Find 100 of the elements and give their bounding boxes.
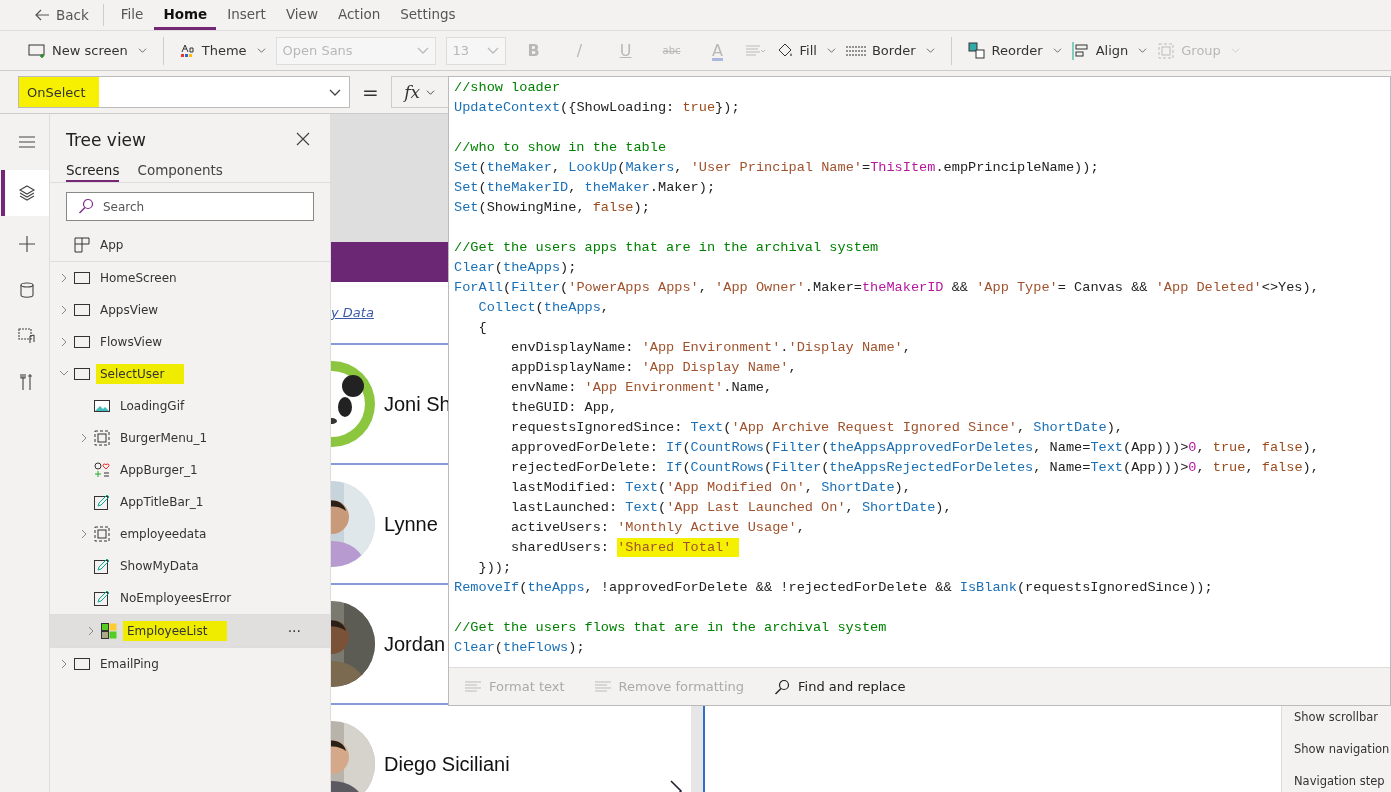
- code-line: appDisplayName: 'App Display Name',: [510, 359, 798, 377]
- icons-icon: [94, 462, 110, 478]
- code-line: theGUID: App,: [510, 399, 619, 417]
- tree-item[interactable]: HomeScreen: [50, 262, 330, 294]
- new-screen-button[interactable]: New screen: [28, 43, 147, 58]
- code-line: Clear(theFlows);: [454, 639, 586, 657]
- code-line: RemoveIf(theApps, !approvedForDelete && !rejectedForDelete && IsBlank(requestsIgnoredSince));: [454, 579, 1214, 597]
- tree-item[interactable]: FlowsView: [50, 326, 330, 358]
- screen-icon: [74, 336, 90, 348]
- property-dropdown[interactable]: OnSelect: [18, 76, 350, 108]
- align-button[interactable]: Align: [1071, 41, 1148, 60]
- reorder-button[interactable]: Reorder: [967, 41, 1062, 60]
- search-field[interactable]: Search: [66, 192, 314, 221]
- tree-item[interactable]: AppTitleBar_1: [50, 486, 330, 518]
- image-icon: [94, 400, 110, 412]
- tree-item[interactable]: AppsView: [50, 294, 330, 326]
- group-icon: [1157, 41, 1176, 60]
- menu-tab[interactable]: Settings: [391, 0, 465, 30]
- code-line: //Get the users apps that are in the archival system: [454, 239, 880, 257]
- code-line: }));: [477, 559, 513, 577]
- more-options-icon[interactable]: ···: [287, 623, 301, 639]
- code-line: //Get the users flows that are in the archival system: [454, 619, 888, 637]
- tree-item[interactable]: BurgerMenu_1: [50, 422, 330, 454]
- search-icon: [774, 678, 791, 695]
- code-line: requestsIgnoredSince: Text('App Archive Request Ignored Since', ShortDate),: [510, 419, 1124, 437]
- tree-item[interactable]: employeedata: [50, 518, 330, 550]
- chevron-down-icon: [416, 47, 429, 54]
- code-line: //show loader: [454, 79, 562, 97]
- code-line: envDisplayName: 'App Environment'.'Display Name',: [510, 339, 912, 357]
- chevron-down-icon: [426, 89, 436, 95]
- theme-button[interactable]: Theme: [179, 43, 266, 58]
- code-line: {: [477, 319, 488, 337]
- code-line: rejectedForDelete: If(CountRows(Filter(theAppsRejectedForDeletes, Name=Text(App)))>0, true, false),: [510, 459, 1320, 477]
- find-and-replace-button[interactable]: Find and replace: [774, 678, 906, 695]
- tree-item[interactable]: EmployeeList ···: [50, 614, 330, 648]
- menu-tab[interactable]: Insert: [218, 0, 275, 30]
- chevron-down-icon: [1138, 48, 1148, 53]
- person-name: Jordan: [384, 632, 446, 656]
- border-button[interactable]: Border: [845, 43, 935, 58]
- panel-tab[interactable]: Components: [137, 162, 223, 182]
- code-line: envName: 'App Environment'.Name,: [510, 379, 774, 397]
- show-my-data-link[interactable]: y Data: [331, 305, 374, 320]
- app-grid-icon: [74, 237, 90, 253]
- layers-icon[interactable]: [0, 170, 49, 216]
- tree-item[interactable]: LoadingGif: [50, 390, 330, 422]
- search-icon: [78, 198, 94, 214]
- border-icon: [845, 45, 866, 56]
- screen-icon: [74, 272, 90, 284]
- chevron-down-icon: [1052, 48, 1062, 53]
- code-line: //who to show in the table: [454, 139, 668, 157]
- equals-sign: =: [362, 80, 379, 104]
- tree-item[interactable]: EmailPing: [50, 648, 330, 680]
- back-button[interactable]: Back: [28, 0, 95, 30]
- screen-icon: [74, 658, 90, 670]
- menu-tab[interactable]: Home: [154, 0, 217, 30]
- gallery-icon: [101, 623, 117, 639]
- panel-title: Tree view: [66, 130, 146, 150]
- tree-item[interactable]: SelectUser: [50, 358, 330, 390]
- property-label: Show navigation: [1294, 742, 1391, 756]
- code-line: Set(theMaker, LookUp(Makers, 'User Principal Name'=ThisItem.empPrincipleName));: [454, 159, 1100, 177]
- code-line: Set(theMakerID, theMaker.Maker);: [454, 179, 717, 197]
- person-name: Diego Siciliani: [384, 752, 510, 776]
- panel-tab[interactable]: Screens: [66, 162, 120, 182]
- text-align-icon: [745, 44, 766, 57]
- code-line: lastModified: Text('App Modified On', ShortDate),: [510, 479, 912, 497]
- code-line: lastLaunched: Text('App Last Launched On', ShortDate),: [510, 499, 953, 517]
- edit-icon: [94, 558, 110, 574]
- menu-tab[interactable]: File: [111, 0, 153, 30]
- group-icon: [94, 430, 110, 446]
- menu-tab[interactable]: Action: [328, 0, 390, 30]
- code-line: approvedForDelete: If(CountRows(Filter(theAppsApprovedForDeletes, Name=Text(App)))>0, true, false),: [510, 439, 1320, 457]
- function-button[interactable]: fx: [390, 76, 449, 108]
- screen-icon: [28, 43, 46, 58]
- close-icon[interactable]: [296, 132, 312, 148]
- code-line: UpdateContext({ShowLoading: true});: [454, 99, 741, 117]
- chevron-down-icon: [329, 88, 341, 96]
- chevron-down-icon: [925, 48, 935, 53]
- code-line: sharedUsers: 'Shared Total': [454, 538, 1390, 558]
- tree-item[interactable]: NoEmployeesError: [50, 582, 330, 614]
- menu-tab[interactable]: View: [276, 0, 327, 30]
- person-name: Lynne: [384, 512, 438, 536]
- code-line: Clear(theApps);: [454, 259, 578, 277]
- screen-icon: [74, 304, 90, 316]
- chevron-down-icon: [256, 48, 266, 53]
- code-line: Set(ShowingMine, false);: [454, 199, 651, 217]
- formula-editor[interactable]: [448, 76, 1391, 706]
- chevron-down-icon: [826, 48, 836, 53]
- property-label: Navigation step: [1294, 774, 1386, 788]
- code-line: activeUsers: 'Monthly Active Usage',: [510, 519, 806, 537]
- edit-icon: [94, 590, 110, 606]
- chevron-down-icon: [486, 47, 499, 54]
- text-lines-icon: [465, 680, 481, 693]
- property-label: Show scrollbar: [1294, 710, 1379, 724]
- group-icon: [94, 526, 110, 542]
- theme-icon: [179, 43, 196, 58]
- tree-item[interactable]: App: [50, 229, 330, 262]
- fill-button[interactable]: Fill: [775, 41, 836, 60]
- tree-item[interactable]: ShowMyData: [50, 550, 330, 582]
- back-arrow-icon: [34, 9, 50, 21]
- tree-item[interactable]: AppBurger_1: [50, 454, 330, 486]
